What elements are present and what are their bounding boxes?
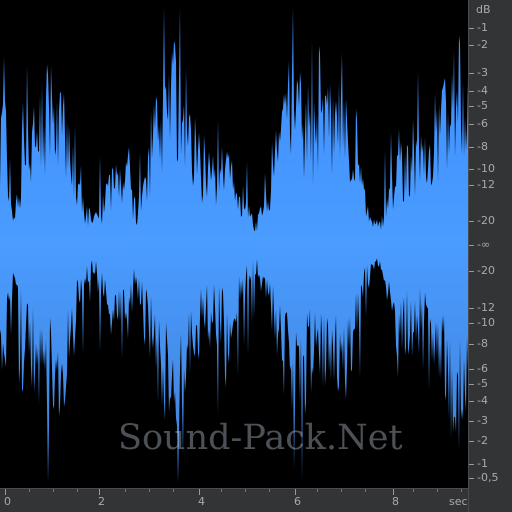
- time-minor-tick: [125, 489, 126, 492]
- db-bottom-label: -0,5: [477, 471, 499, 484]
- db-bottom-tick: [469, 401, 474, 402]
- time-label: 2: [98, 495, 105, 508]
- db-bottom-tick: [469, 441, 474, 442]
- watermark-text: Sound-Pack.Net: [118, 418, 403, 458]
- db-bottom-tick: [469, 369, 474, 370]
- db-tick-center: [469, 245, 474, 246]
- waveform-display[interactable]: [0, 0, 468, 488]
- db-top-tick: [469, 169, 474, 170]
- time-ruler: 0 2 4 6 8 sec: [0, 488, 468, 512]
- db-scale-ruler: dB -1 -2 -3 -4 -5 -6 -8 -10 -12 -20 -∞ -20 -12 -10 -…: [468, 0, 512, 512]
- db-top-tick: [469, 73, 474, 74]
- db-top-tick: [469, 124, 474, 125]
- db-top-label: -6: [477, 117, 488, 130]
- db-bottom-tick: [469, 464, 474, 465]
- db-top-tick: [469, 45, 474, 46]
- db-top-label: -8: [477, 140, 488, 153]
- db-unit-label: dB: [476, 3, 491, 16]
- time-minor-tick: [173, 489, 174, 492]
- time-minor-tick: [269, 489, 270, 492]
- time-minor-tick: [461, 489, 462, 492]
- db-top-tick: [469, 91, 474, 92]
- time-label: 6: [294, 495, 301, 508]
- db-top-label: -10: [477, 162, 495, 175]
- time-minor-tick: [317, 489, 318, 492]
- waveform-graph: [0, 7, 468, 483]
- time-minor-tick: [29, 489, 30, 492]
- time-label: 4: [198, 495, 205, 508]
- db-top-label: -1: [477, 21, 488, 34]
- time-label: 0: [4, 495, 11, 508]
- db-bottom-tick: [469, 271, 474, 272]
- db-bottom-tick: [469, 323, 474, 324]
- db-bottom-label: -5: [477, 377, 488, 390]
- db-bottom-tick: [469, 421, 474, 422]
- db-bottom-tick: [469, 478, 474, 479]
- db-top-label: -2: [477, 38, 488, 51]
- db-bottom-label: -4: [477, 394, 488, 407]
- db-bottom-label: -10: [477, 316, 495, 329]
- db-bottom-label: -3: [477, 414, 488, 427]
- db-top-tick: [469, 221, 474, 222]
- time-minor-tick: [341, 489, 342, 492]
- db-bottom-label: -20: [477, 264, 495, 277]
- db-top-tick: [469, 28, 474, 29]
- db-bottom-tick: [469, 344, 474, 345]
- db-bottom-label: -2: [477, 434, 488, 447]
- time-unit-label: sec: [449, 495, 468, 508]
- time-minor-tick: [149, 489, 150, 492]
- db-top-label: -20: [477, 214, 495, 227]
- db-bottom-label: -1: [477, 457, 488, 470]
- time-minor-tick: [77, 489, 78, 492]
- db-bottom-label: -8: [477, 337, 488, 350]
- db-bottom-tick: [469, 384, 474, 385]
- waveform-path: [0, 7, 468, 483]
- time-minor-tick: [245, 489, 246, 492]
- db-bottom-label: -6: [477, 362, 488, 375]
- db-bottom-tick: [469, 308, 474, 309]
- time-minor-tick: [221, 489, 222, 492]
- db-top-tick: [469, 147, 474, 148]
- db-top-tick: [469, 185, 474, 186]
- db-top-label: -12: [477, 178, 495, 191]
- time-minor-tick: [53, 489, 54, 492]
- db-top-tick: [469, 106, 474, 107]
- time-minor-tick: [365, 489, 366, 492]
- db-top-label: -5: [477, 99, 488, 112]
- time-minor-tick: [437, 489, 438, 492]
- time-label: 8: [392, 495, 399, 508]
- db-label-center: -∞: [477, 238, 491, 251]
- db-top-label: -4: [477, 84, 488, 97]
- db-top-label: -3: [477, 66, 488, 79]
- time-minor-tick: [413, 489, 414, 492]
- db-bottom-label: -12: [477, 301, 495, 314]
